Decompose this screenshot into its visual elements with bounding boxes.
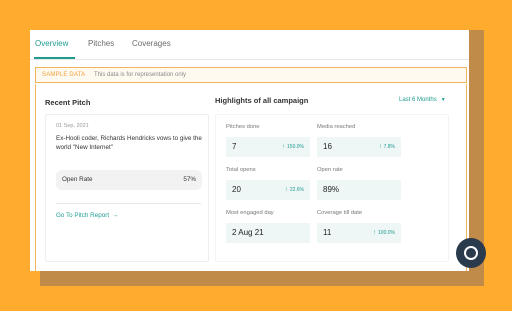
open-rate-label: Open Rate [62, 176, 93, 183]
arrow-up-icon: ↑ [284, 187, 288, 193]
metric-value: 20 [232, 185, 241, 194]
divider [56, 203, 201, 204]
metric-label: Open rate [317, 167, 343, 173]
pitch-report-link-label: Go To Pitch Report [56, 212, 110, 219]
tab-overview[interactable]: Overview [35, 39, 68, 48]
arrow-right-icon: → [112, 212, 119, 219]
arrow-up-icon: ↑ [373, 230, 377, 236]
metric-value: 89% [323, 185, 340, 194]
recent-pitch-card: 01 Sep, 2021 Ex-Hooli coder, Richards He… [45, 114, 209, 262]
recent-pitch-title: Recent Pitch [45, 98, 91, 107]
metric-box: 2 Aug 21 [226, 223, 310, 243]
metric-label: Pitches done [226, 124, 260, 130]
metric-box: 16 ↑ 7.8% [317, 137, 401, 157]
metric-trend: ↑ 100.0% [373, 230, 395, 236]
highlights-grid: Pitches done 7 ↑ 150.0% Media reached 16 … [215, 114, 449, 262]
arrow-up-icon: ↑ [378, 144, 382, 150]
pitch-date: 01 Sep, 2021 [56, 123, 89, 129]
metric-value: 7 [232, 142, 237, 151]
metric-value: 2 Aug 21 [232, 228, 264, 237]
date-range-label: Last 6 Months [399, 97, 437, 103]
metric-trend: ↑ 22.6% [284, 187, 304, 193]
arrow-up-icon: ↑ [282, 144, 286, 150]
tab-pitches[interactable]: Pitches [88, 39, 114, 48]
tab-coverages[interactable]: Coverages [132, 39, 171, 48]
go-to-pitch-report-link[interactable]: Go To Pitch Report → [56, 212, 118, 219]
metric-label: Total opens [226, 167, 256, 173]
sample-data-note: This data is for representation only [94, 72, 187, 78]
open-rate-value: 57% [183, 176, 196, 183]
dashboard-card: Overview Pitches Coverages SAMPLE DATA T… [30, 30, 469, 271]
caret-down-icon: ▼ [440, 97, 446, 103]
metric-trend: ↑ 7.8% [378, 144, 395, 150]
metric-box: 20 ↑ 22.6% [226, 180, 310, 200]
metric-label: Most engaged day [226, 210, 274, 216]
metric-box: 7 ↑ 150.0% [226, 137, 310, 157]
tab-bar: Overview Pitches Coverages [30, 30, 469, 60]
chat-icon[interactable] [456, 238, 486, 268]
highlights-title: Highlights of all campaign [215, 96, 309, 105]
pitch-headline: Ex-Hooli coder, Richards Hendricks vows … [56, 135, 202, 151]
chat-icon-ring [464, 246, 478, 260]
metric-trend: ↑ 150.0% [282, 144, 304, 150]
active-tab-indicator [34, 57, 75, 59]
open-rate-box: Open Rate 57% [56, 170, 202, 190]
date-range-dropdown[interactable]: Last 6 Months ▼ [399, 97, 446, 103]
sample-data-banner: SAMPLE DATA This data is for representat… [35, 67, 467, 83]
metric-value: 16 [323, 142, 332, 151]
metric-value: 11 [323, 228, 332, 237]
metric-box: 11 ↑ 100.0% [317, 223, 401, 243]
metric-box: 89% [317, 180, 401, 200]
metric-label: Coverage till date [317, 210, 363, 216]
sample-data-tag: SAMPLE DATA [42, 72, 86, 78]
metric-label: Media reached [317, 124, 356, 130]
